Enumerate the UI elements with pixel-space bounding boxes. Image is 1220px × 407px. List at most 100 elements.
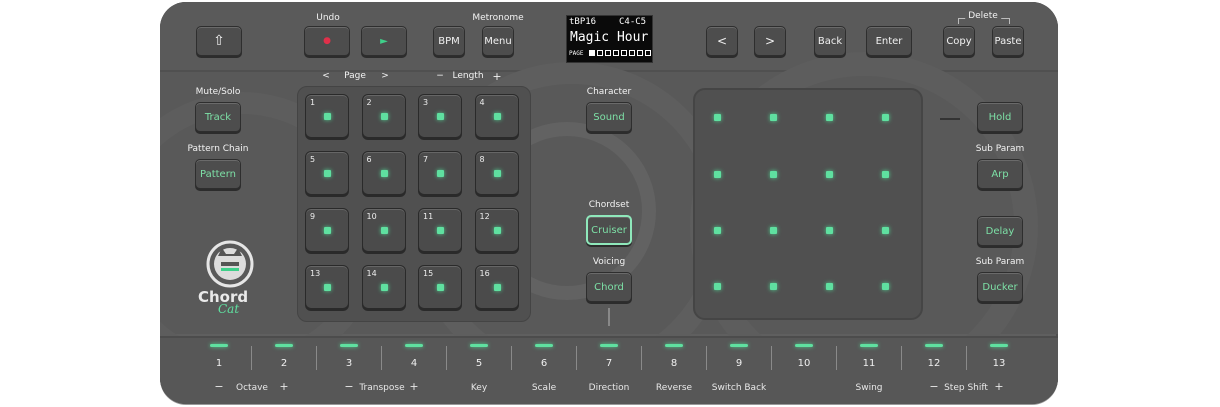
length-plus[interactable]: +: [492, 70, 501, 83]
touch-led: [770, 283, 777, 290]
play-button[interactable]: ►: [361, 26, 407, 56]
length-minus[interactable]: −: [436, 71, 444, 81]
copy-button[interactable]: Copy: [943, 26, 975, 56]
pad-9[interactable]: 9: [305, 208, 349, 252]
step-button-13[interactable]: 13: [993, 358, 1006, 369]
play-icon: ►: [380, 35, 388, 47]
step-divider: [446, 346, 447, 370]
chord-button[interactable]: Chord: [586, 272, 632, 302]
reverse-label: Reverse: [655, 383, 693, 393]
step-button-8[interactable]: 8: [671, 358, 677, 369]
pad-1[interactable]: 1: [305, 94, 349, 138]
voicing-label: Voicing: [592, 257, 626, 267]
direction-label: Direction: [588, 383, 630, 393]
next-button[interactable]: >: [754, 26, 786, 56]
logo-text-cat: Cat: [218, 302, 240, 316]
pad-14[interactable]: 14: [361, 265, 406, 309]
record-button[interactable]: ●: [304, 26, 350, 56]
pad-led: [324, 284, 331, 291]
octave-label: Octave: [236, 383, 268, 393]
touch-led: [826, 283, 833, 290]
pad-3[interactable]: 3: [418, 94, 462, 138]
pad-16[interactable]: 16: [474, 265, 519, 309]
pad-2[interactable]: 2: [361, 94, 406, 138]
pad-7[interactable]: 7: [418, 151, 462, 195]
screen-range: C4-C5: [619, 17, 647, 27]
step-divider: [836, 346, 837, 370]
step-button-2[interactable]: 2: [281, 358, 287, 369]
pad-led: [380, 284, 388, 291]
step-divider: [511, 346, 512, 370]
pad-led: [324, 170, 331, 177]
page-next[interactable]: >: [381, 71, 389, 81]
screen-page-cell: [621, 50, 627, 56]
ducker-button[interactable]: Ducker: [977, 272, 1023, 302]
paste-button[interactable]: Paste: [992, 26, 1024, 56]
step-button-12[interactable]: 12: [928, 358, 941, 369]
bpm-button[interactable]: BPM: [433, 26, 465, 56]
pad-number: 8: [479, 155, 485, 164]
pattern-button[interactable]: Pattern: [195, 159, 241, 189]
shift-button[interactable]: ⇧: [196, 26, 242, 56]
pad-led: [324, 227, 331, 234]
step-divider: [901, 346, 902, 370]
pad-10[interactable]: 10: [361, 208, 406, 252]
octave-minus[interactable]: −: [214, 380, 223, 393]
touch-led: [882, 283, 889, 290]
step-led-10: [795, 344, 813, 347]
delay-button[interactable]: Delay: [977, 216, 1023, 246]
enter-button[interactable]: Enter: [866, 26, 912, 56]
transpose-plus[interactable]: +: [409, 380, 418, 393]
screen-page-cell: [597, 50, 603, 56]
step-divider: [251, 346, 252, 370]
transpose-minus[interactable]: −: [344, 380, 353, 393]
step-button-9[interactable]: 9: [736, 358, 742, 369]
page-prev[interactable]: <: [322, 71, 330, 81]
cruiser-button[interactable]: Cruiser: [586, 215, 632, 245]
prev-button[interactable]: <: [706, 26, 738, 56]
back-button[interactable]: Back: [814, 26, 846, 56]
screen-page-cell: [645, 50, 651, 56]
step-shift-minus[interactable]: −: [929, 380, 938, 393]
sound-button[interactable]: Sound: [586, 102, 632, 132]
step-button-11[interactable]: 11: [863, 358, 876, 369]
sub-param-label-1: Sub Param: [975, 144, 1025, 154]
pad-11[interactable]: 11: [418, 208, 462, 252]
pad-6[interactable]: 6: [361, 151, 406, 195]
pad-12[interactable]: 12: [474, 208, 519, 252]
track-button[interactable]: Track: [195, 102, 241, 132]
pad-number: 7: [423, 155, 429, 164]
menu-button[interactable]: Menu: [482, 26, 514, 56]
pad-led: [437, 284, 444, 291]
step-button-10[interactable]: 10: [798, 358, 811, 369]
step-divider: [576, 346, 577, 370]
step-button-3[interactable]: 3: [346, 358, 352, 369]
touch-led: [714, 114, 721, 121]
step-shift-plus[interactable]: +: [994, 380, 1003, 393]
hold-button[interactable]: Hold: [977, 102, 1023, 132]
step-button-5[interactable]: 5: [476, 358, 482, 369]
step-button-1[interactable]: 1: [216, 358, 222, 369]
pad-13[interactable]: 13: [305, 265, 349, 309]
pad-4[interactable]: 4: [474, 94, 519, 138]
pad-5[interactable]: 5: [305, 151, 349, 195]
step-button-6[interactable]: 6: [541, 358, 547, 369]
pad-led: [493, 227, 501, 234]
pattern-chain-label: Pattern Chain: [187, 144, 249, 154]
octave-plus[interactable]: +: [279, 380, 288, 393]
chordset-label: Chordset: [588, 200, 630, 210]
pad-15[interactable]: 15: [418, 265, 462, 309]
step-button-4[interactable]: 4: [411, 358, 417, 369]
step-button-7[interactable]: 7: [606, 358, 612, 369]
chordcat-logo: Chord Cat: [196, 240, 266, 320]
pad-8[interactable]: 8: [474, 151, 519, 195]
pad-number: 4: [479, 98, 485, 107]
step-led-4: [405, 344, 423, 347]
step-divider: [316, 346, 317, 370]
step-led-11: [860, 344, 878, 347]
arp-button[interactable]: Arp: [977, 159, 1023, 189]
pad-led: [380, 170, 388, 177]
step-led-8: [665, 344, 683, 347]
touch-led: [826, 227, 833, 234]
hold-dash: [940, 118, 960, 120]
